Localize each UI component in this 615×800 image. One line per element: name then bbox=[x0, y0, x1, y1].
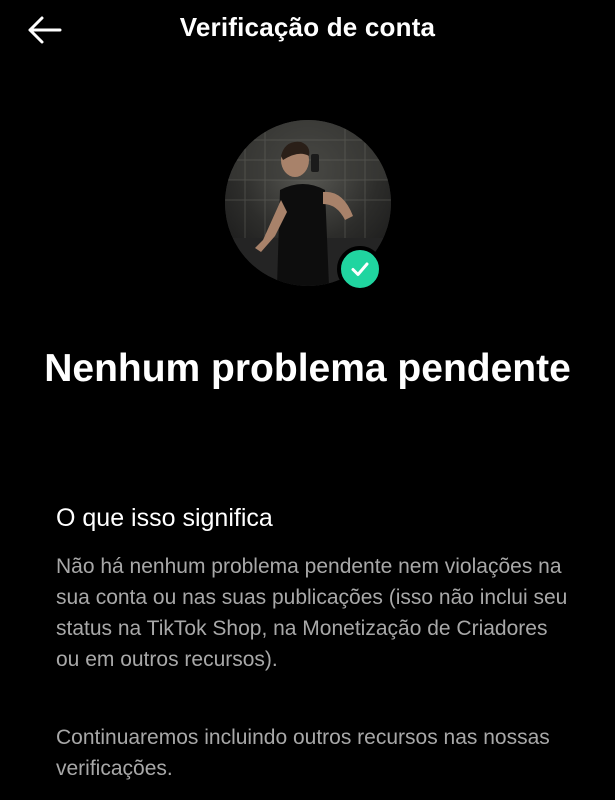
checkmark-icon bbox=[351, 262, 369, 276]
top-bar: Verificação de conta bbox=[0, 0, 615, 60]
future-checks-paragraph: Continuaremos incluindo outros recursos … bbox=[56, 726, 550, 780]
status-title: Nenhum problema pendente bbox=[44, 347, 571, 390]
explanation-paragraph: Não há nenhum problema pendente nem viol… bbox=[56, 555, 568, 671]
verified-badge bbox=[337, 246, 383, 292]
page-title: Verificação de conta bbox=[179, 12, 436, 42]
section-heading: O que isso significa bbox=[56, 504, 273, 532]
profile-avatar-container bbox=[225, 120, 391, 292]
